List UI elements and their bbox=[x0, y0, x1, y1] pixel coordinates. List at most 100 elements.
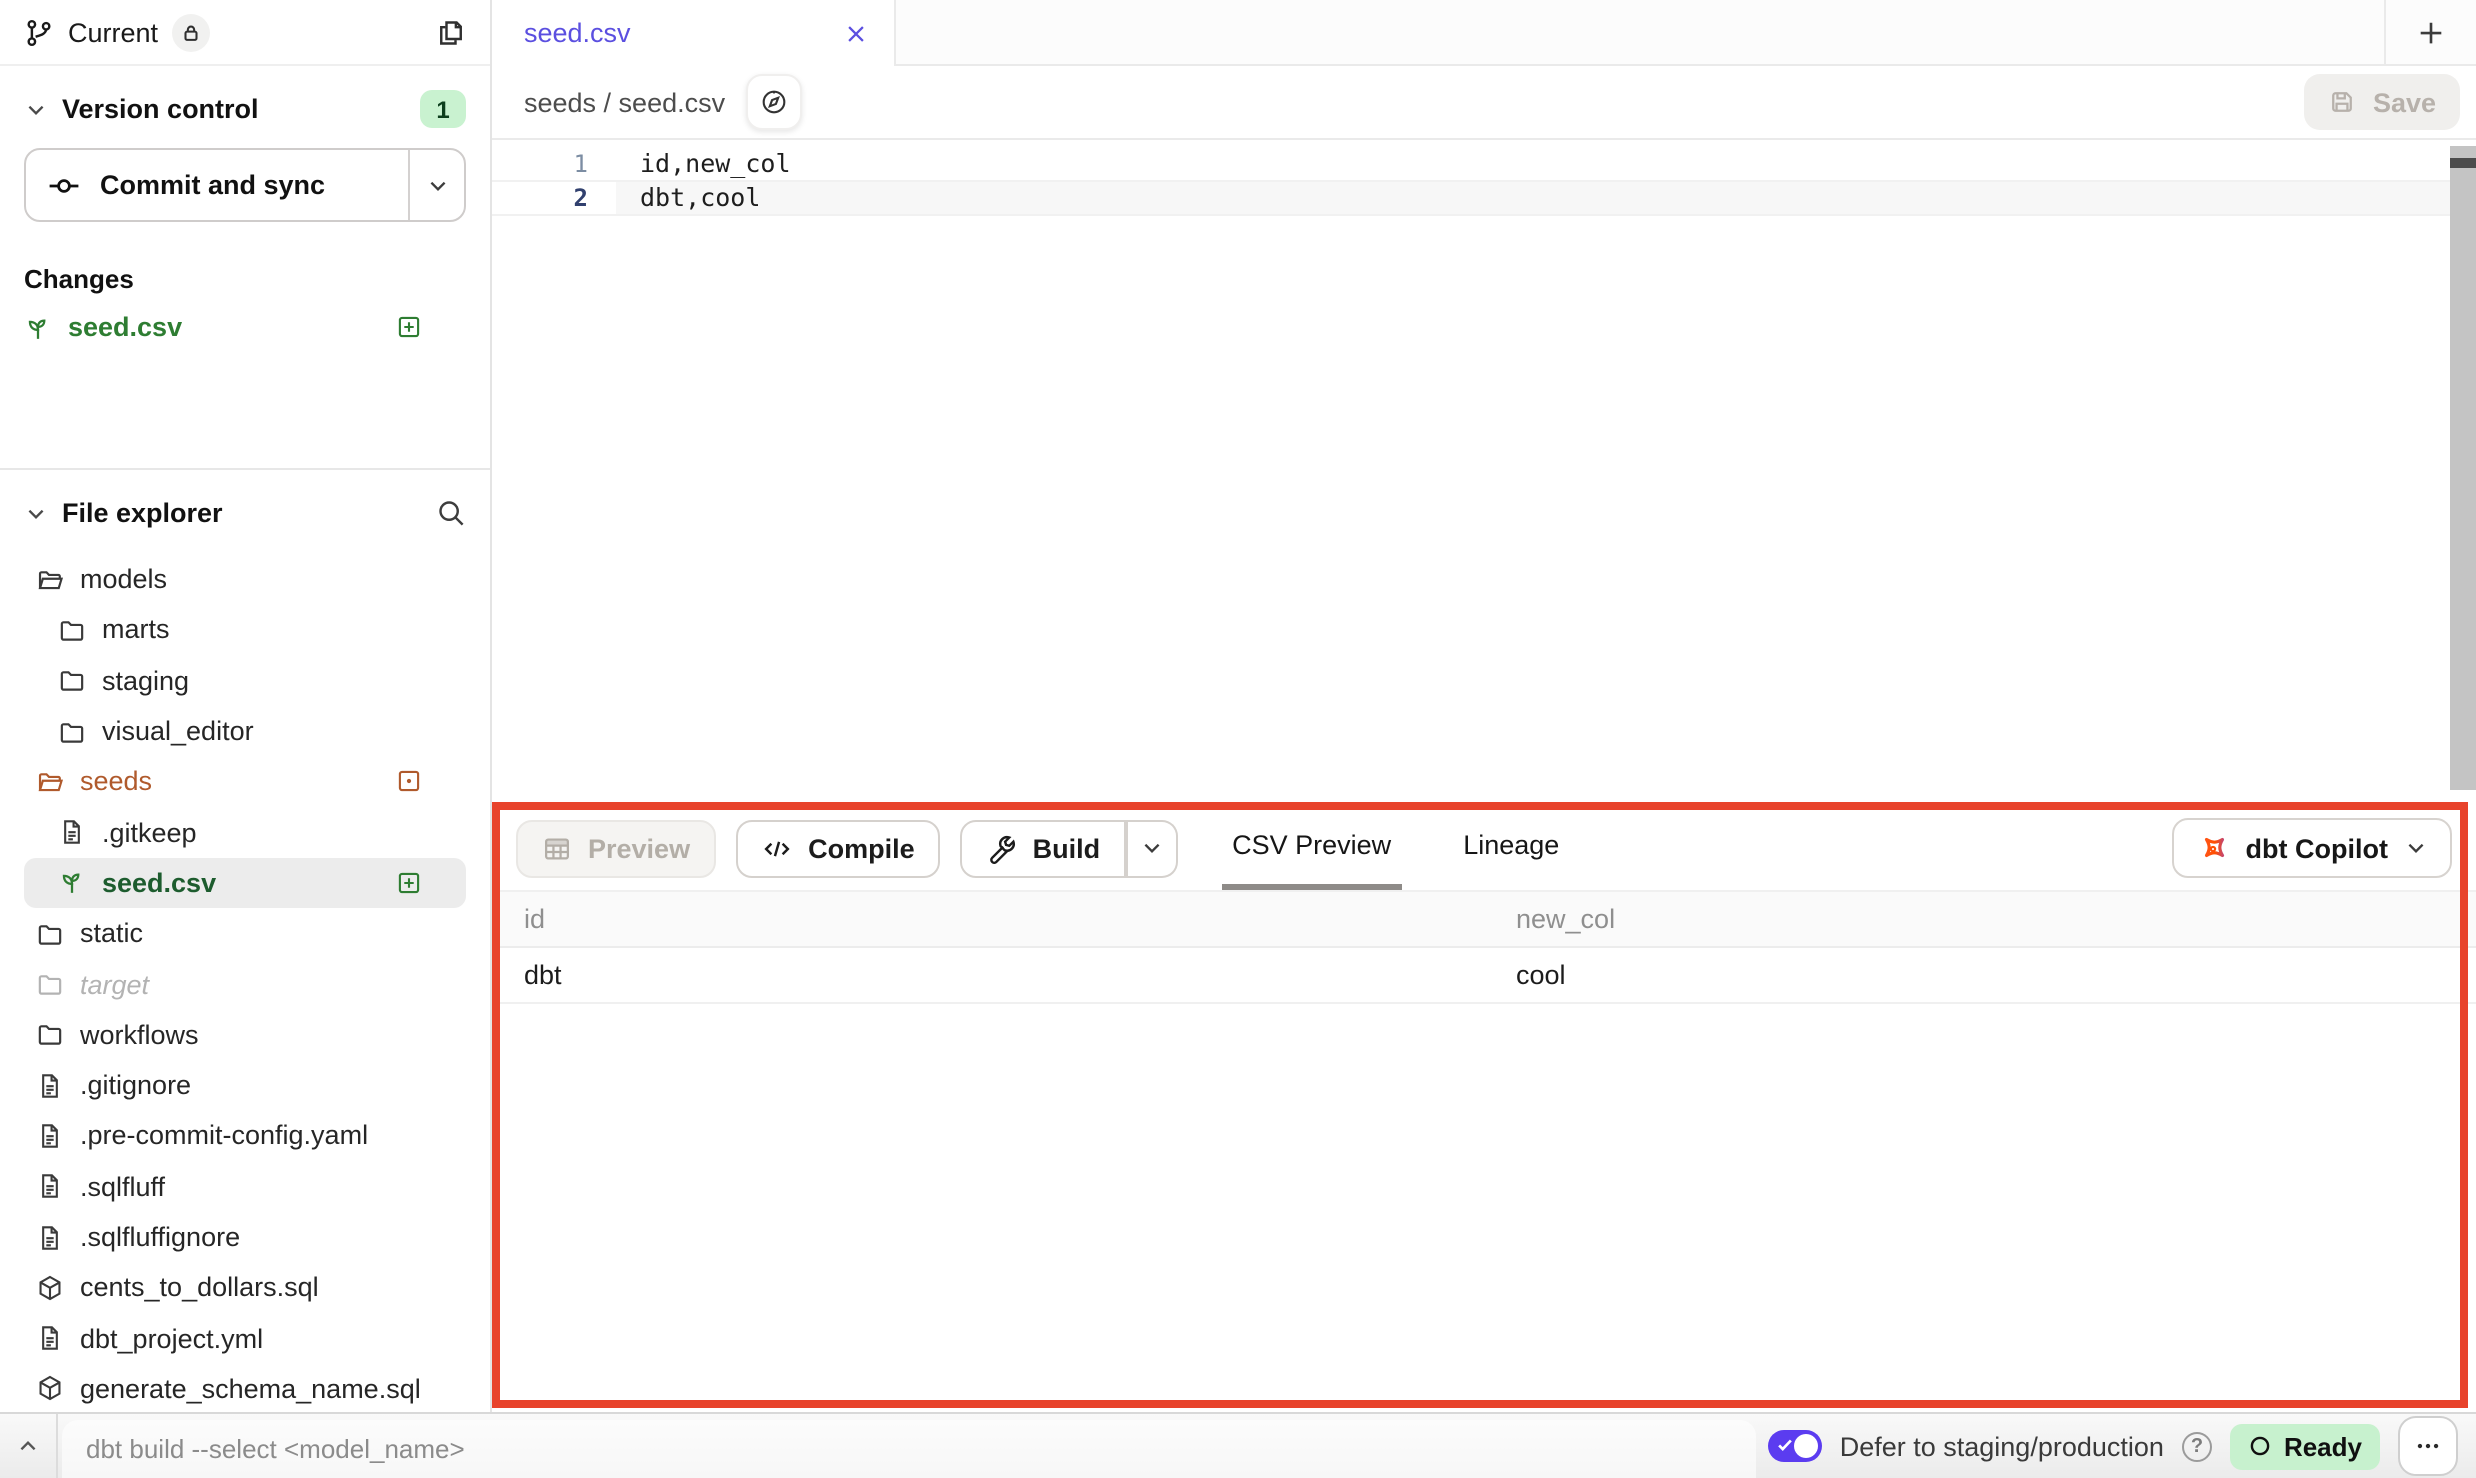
dbt-ide-app: Current Version control 1 bbox=[0, 0, 2476, 1478]
navigate-button[interactable] bbox=[745, 74, 801, 130]
code-editor[interactable]: 1id,new_col2dbt,cool bbox=[492, 140, 2476, 806]
chevron-down-icon bbox=[1139, 836, 1163, 860]
folder-icon bbox=[36, 1021, 64, 1049]
file-tree-item--gitignore[interactable]: .gitignore bbox=[24, 1060, 466, 1111]
chevron-up-icon bbox=[16, 1434, 40, 1458]
build-split-button: Build bbox=[961, 819, 1179, 877]
file-icon bbox=[36, 1071, 64, 1099]
plus-icon bbox=[2416, 17, 2446, 47]
editor-line-2[interactable]: 2dbt,cool bbox=[492, 182, 2476, 216]
tab-csv-preview[interactable]: CSV Preview bbox=[1222, 806, 1401, 890]
defer-toggle[interactable] bbox=[1768, 1430, 1822, 1462]
editor-tabbar: seed.csv bbox=[492, 0, 2476, 66]
version-control-title: Version control bbox=[62, 94, 259, 124]
file-tree-item--gitkeep[interactable]: .gitkeep bbox=[24, 807, 466, 858]
chevron-down-icon bbox=[24, 501, 48, 525]
file-tree-item-generate-schema-name-sql[interactable]: generate_schema_name.sql bbox=[24, 1364, 466, 1413]
help-icon[interactable]: ? bbox=[2182, 1431, 2212, 1461]
branch-name[interactable]: Current bbox=[68, 17, 158, 47]
duplicate-file-icon[interactable] bbox=[436, 17, 466, 47]
version-control-header[interactable]: Version control 1 bbox=[24, 66, 466, 128]
ellipsis-icon bbox=[2414, 1432, 2442, 1460]
folder-open-icon bbox=[36, 565, 64, 593]
file-name: visual_editor bbox=[102, 716, 254, 746]
table-cell: cool bbox=[1484, 960, 2476, 990]
seed-icon bbox=[58, 869, 86, 897]
tab-title: seed.csv bbox=[524, 18, 631, 48]
added-status-icon bbox=[396, 870, 422, 896]
file-tree-item-models[interactable]: models bbox=[24, 554, 466, 605]
commit-options-dropdown[interactable] bbox=[408, 150, 464, 220]
changed-file-seed-csv[interactable]: seed.csv bbox=[24, 312, 466, 342]
tab-seed-csv[interactable]: seed.csv bbox=[492, 0, 896, 66]
model-icon bbox=[36, 1375, 64, 1403]
changes-count-badge: 1 bbox=[420, 90, 466, 128]
editor-line-1[interactable]: 1id,new_col bbox=[492, 148, 2476, 182]
file-tree-item-cents-to-dollars-sql[interactable]: cents_to_dollars.sql bbox=[24, 1262, 466, 1313]
more-options-button[interactable] bbox=[2398, 1416, 2458, 1476]
line-number: 2 bbox=[492, 182, 616, 214]
file-tree-item-staging[interactable]: staging bbox=[24, 655, 466, 706]
commit-split-button: Commit and sync bbox=[24, 148, 466, 222]
file-name: cents_to_dollars.sql bbox=[80, 1273, 319, 1303]
ready-status-badge[interactable]: Ready bbox=[2230, 1423, 2380, 1469]
file-tree-item--sqlfluff[interactable]: .sqlfluff bbox=[24, 1161, 466, 1212]
build-options-dropdown[interactable] bbox=[1126, 819, 1178, 877]
editor-lines: 1id,new_col2dbt,cool bbox=[492, 148, 2476, 216]
editor-scrollbar[interactable] bbox=[2450, 146, 2476, 790]
preview-button[interactable]: Preview bbox=[516, 819, 716, 877]
file-tree-item-static[interactable]: static bbox=[24, 908, 466, 959]
file-name: seed.csv bbox=[102, 868, 216, 898]
folder-icon bbox=[36, 919, 64, 947]
build-label: Build bbox=[1033, 833, 1101, 863]
file-tree-item-workflows[interactable]: workflows bbox=[24, 1009, 466, 1060]
table-icon bbox=[542, 833, 572, 863]
lock-icon bbox=[180, 21, 202, 43]
file-name: target bbox=[80, 969, 149, 999]
command-input[interactable]: dbt build --select <model_name> bbox=[62, 1420, 1756, 1478]
close-tab-icon[interactable] bbox=[844, 21, 868, 45]
file-icon bbox=[36, 1223, 64, 1251]
file-tree-item--sqlfluffignore[interactable]: .sqlfluffignore bbox=[24, 1212, 466, 1263]
file-tree-item-target[interactable]: target bbox=[24, 959, 466, 1010]
commit-and-sync-button[interactable]: Commit and sync bbox=[26, 150, 408, 220]
folder-icon bbox=[58, 717, 86, 745]
column-header: id bbox=[492, 904, 1484, 934]
status-circle-icon bbox=[2248, 1434, 2272, 1458]
file-name: models bbox=[80, 564, 167, 594]
search-icon[interactable] bbox=[436, 498, 466, 528]
sidebar: Current Version control 1 bbox=[0, 0, 492, 1412]
preview-label: Preview bbox=[588, 833, 690, 863]
file-icon bbox=[36, 1122, 64, 1150]
file-name: .sqlfluffignore bbox=[80, 1222, 240, 1252]
chevron-down-icon bbox=[24, 97, 48, 121]
dbt-copilot-button[interactable]: dbt Copilot bbox=[2172, 818, 2452, 878]
file-tree-item--pre-commit-config-yaml[interactable]: .pre-commit-config.yaml bbox=[24, 1111, 466, 1162]
compass-icon bbox=[759, 88, 787, 116]
file-tree-item-visual-editor[interactable]: visual_editor bbox=[24, 706, 466, 757]
compile-button[interactable]: Compile bbox=[736, 819, 941, 877]
save-button[interactable]: Save bbox=[2305, 74, 2460, 130]
modified-status-icon bbox=[396, 769, 422, 795]
csv-table-body: dbtcool bbox=[492, 948, 2476, 1004]
file-tree-item-dbt-project-yml[interactable]: dbt_project.yml bbox=[24, 1313, 466, 1364]
file-tree-item-marts[interactable]: marts bbox=[24, 605, 466, 656]
scrollbar-thumb[interactable] bbox=[2450, 158, 2476, 168]
build-button[interactable]: Build bbox=[961, 819, 1127, 877]
file-tree-item-seeds[interactable]: seeds bbox=[24, 756, 466, 807]
file-name: workflows bbox=[80, 1020, 199, 1050]
file-explorer-header[interactable]: File explorer bbox=[24, 470, 466, 528]
status-bar: dbt build --select <model_name> Defer to… bbox=[0, 1412, 2476, 1478]
tab-lineage[interactable]: Lineage bbox=[1453, 806, 1569, 890]
line-text: dbt,cool bbox=[616, 182, 2476, 214]
save-icon bbox=[2329, 88, 2357, 116]
status-bar-divider bbox=[56, 1414, 58, 1478]
file-name: generate_schema_name.sql bbox=[80, 1374, 421, 1404]
file-name: seeds bbox=[80, 767, 152, 797]
file-tree-item-seed-csv[interactable]: seed.csv bbox=[24, 858, 466, 909]
changed-file-name: seed.csv bbox=[68, 312, 182, 342]
file-name: static bbox=[80, 918, 143, 948]
chevron-down-icon bbox=[425, 173, 449, 197]
new-tab-button[interactable] bbox=[2386, 0, 2476, 64]
expand-command-bar-button[interactable] bbox=[0, 1414, 56, 1478]
